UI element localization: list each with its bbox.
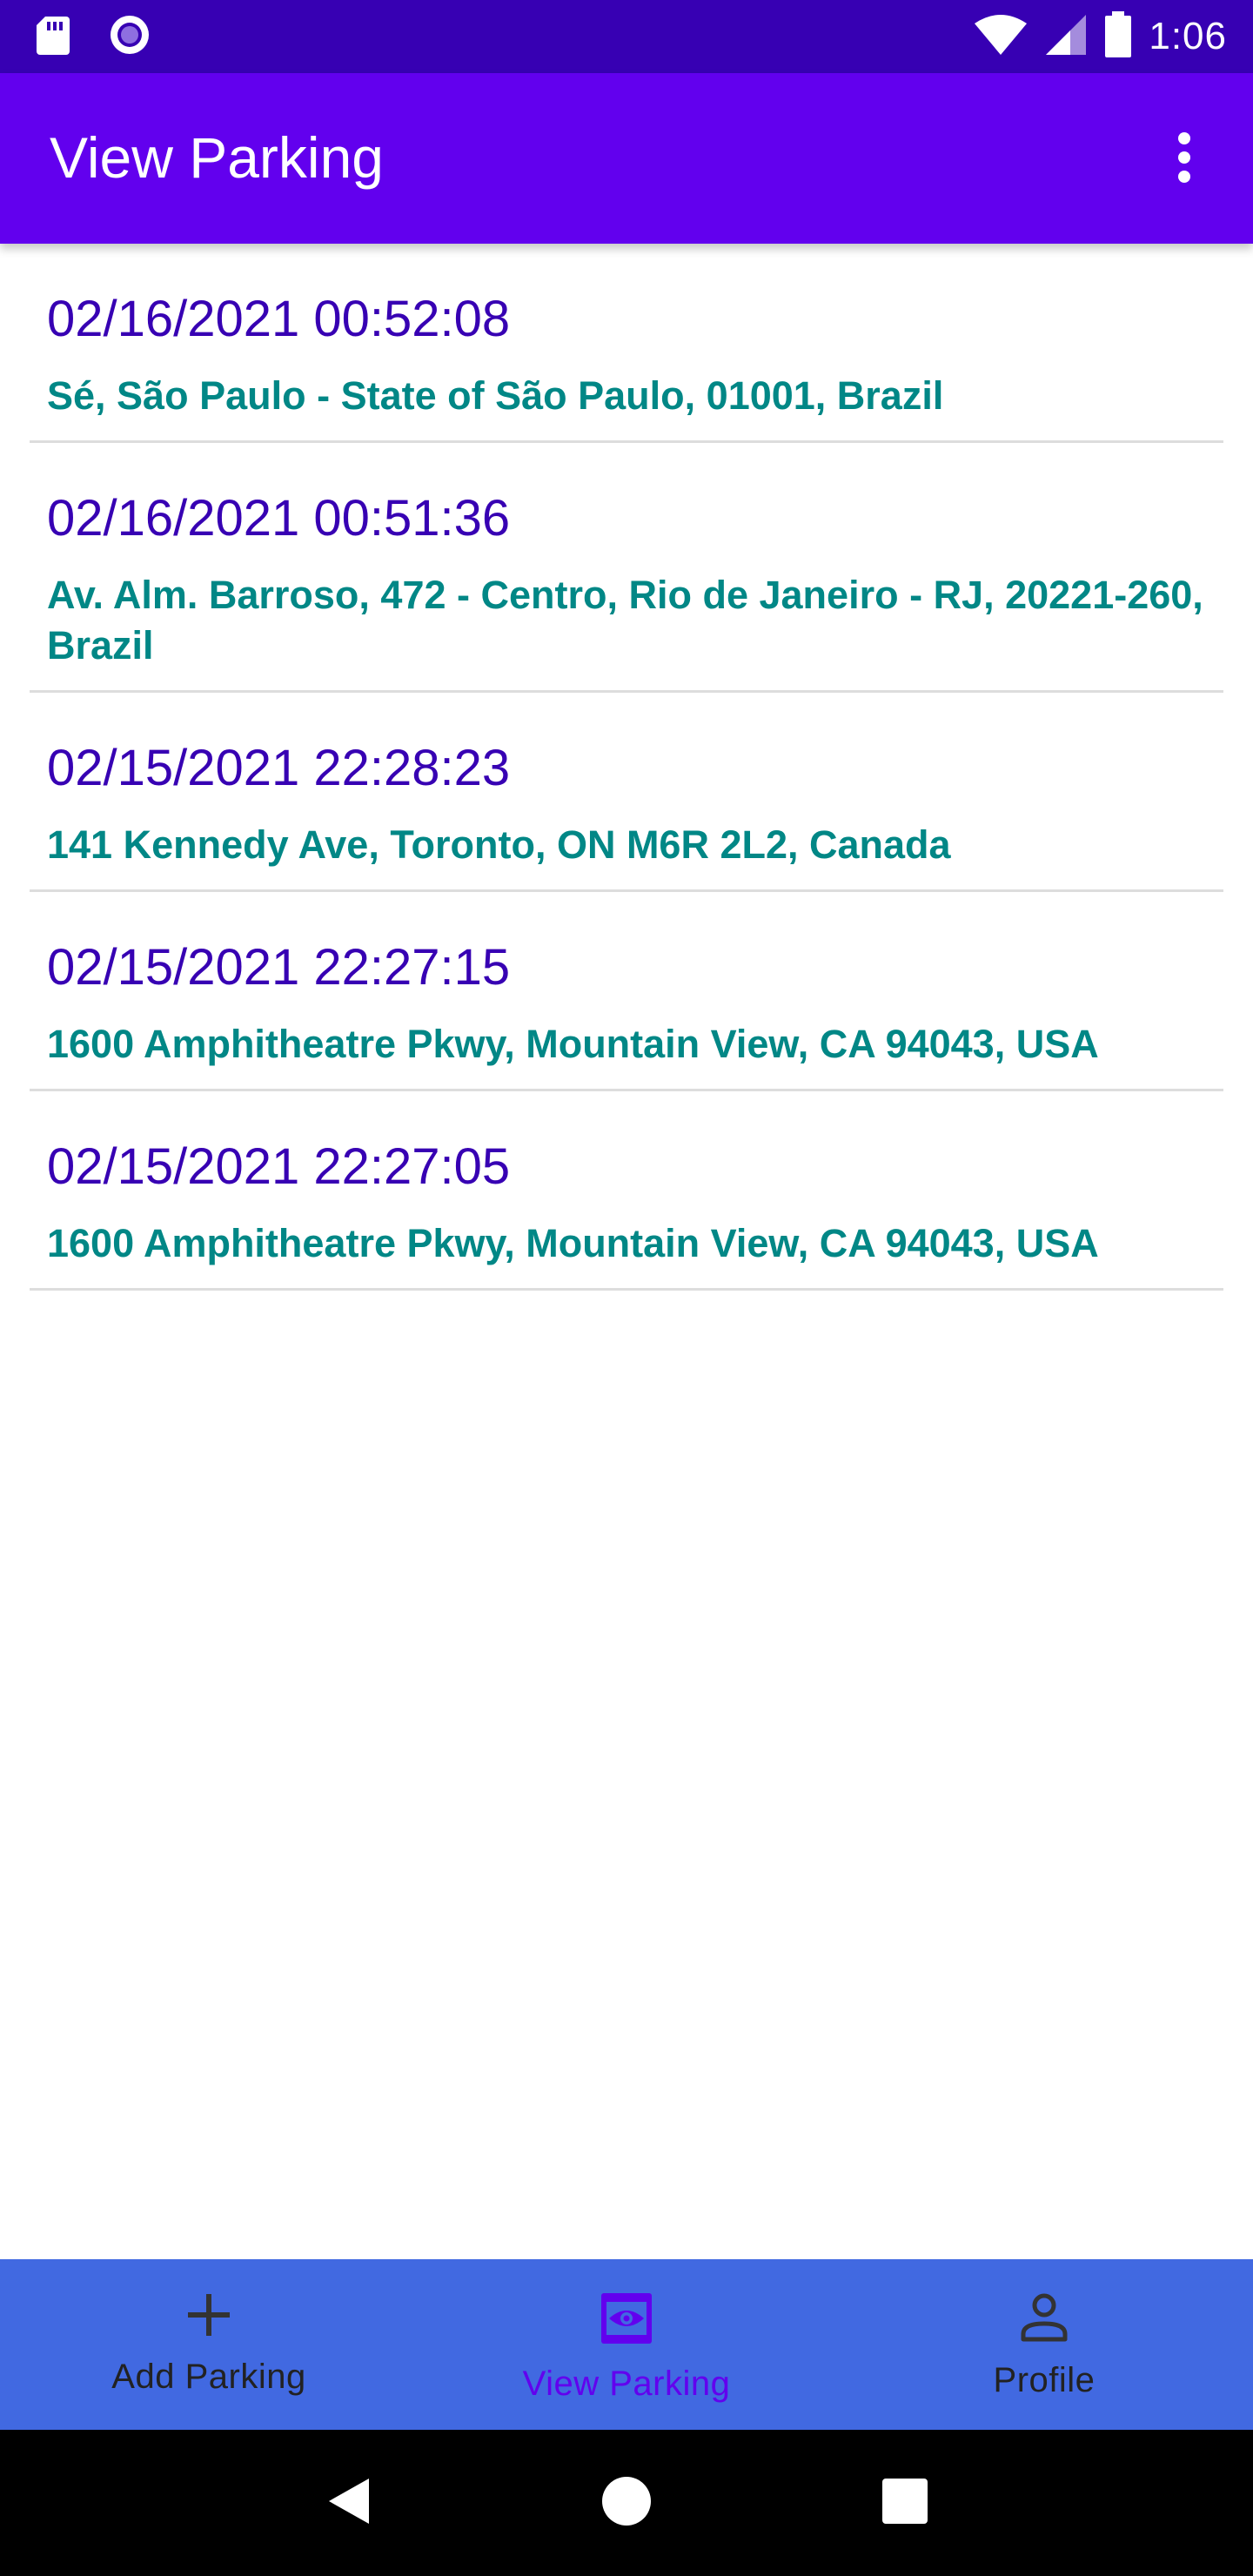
home-button[interactable] <box>574 2451 679 2555</box>
page-title: View Parking <box>50 125 384 190</box>
parking-list-item[interactable]: 02/16/2021 00:51:36 Av. Alm. Barroso, 47… <box>30 443 1223 693</box>
person-icon <box>1018 2291 1070 2347</box>
parking-datetime: 02/15/2021 22:27:15 <box>47 939 511 996</box>
parking-address: Av. Alm. Barroso, 472 - Centro, Rio de J… <box>47 573 1203 667</box>
nav-label-profile: Profile <box>993 2361 1096 2399</box>
sd-card-icon <box>35 15 71 59</box>
home-icon <box>600 2475 653 2532</box>
back-icon <box>324 2475 372 2532</box>
nav-item-profile[interactable]: Profile <box>835 2259 1253 2430</box>
more-vert-icon <box>1176 131 1193 188</box>
parking-datetime: 02/16/2021 00:52:08 <box>47 291 511 347</box>
view-icon <box>599 2291 654 2351</box>
parking-list-item[interactable]: 02/15/2021 22:28:23 141 Kennedy Ave, Tor… <box>30 693 1223 892</box>
signal-icon <box>1044 13 1088 61</box>
nav-label-view-parking: View Parking <box>522 2365 731 2403</box>
parking-list-item[interactable]: 02/16/2021 00:52:08 Sé, São Paulo - Stat… <box>30 244 1223 443</box>
parking-list-item[interactable]: 02/15/2021 22:27:15 1600 Amphitheatre Pk… <box>30 892 1223 1091</box>
app-bar: View Parking <box>0 73 1253 244</box>
back-button[interactable] <box>296 2451 400 2555</box>
nav-item-add-parking[interactable]: Add Parking <box>0 2259 418 2430</box>
battery-icon <box>1103 10 1133 63</box>
parking-list-item[interactable]: 02/15/2021 22:27:05 1600 Amphitheatre Pk… <box>30 1091 1223 1291</box>
radio-button-icon <box>108 13 151 61</box>
parking-list: 02/16/2021 00:52:08 Sé, São Paulo - Stat… <box>30 244 1223 1291</box>
parking-address: Sé, São Paulo - State of São Paulo, 0100… <box>47 373 944 418</box>
wifi-icon <box>973 13 1029 61</box>
recents-button[interactable] <box>853 2451 957 2555</box>
parking-datetime: 02/15/2021 22:27:05 <box>47 1138 511 1195</box>
status-bar: 1:06 <box>0 0 1253 73</box>
parking-address: 1600 Amphitheatre Pkwy, Mountain View, C… <box>47 1022 1099 1066</box>
parking-address: 141 Kennedy Ave, Toronto, ON M6R 2L2, Ca… <box>47 822 951 867</box>
system-navigation-bar <box>0 2430 1253 2576</box>
parking-datetime: 02/16/2021 00:51:36 <box>47 490 511 547</box>
overflow-menu-button[interactable] <box>1145 111 1223 207</box>
recents-icon <box>881 2477 929 2530</box>
add-icon <box>184 2291 233 2344</box>
bottom-navigation: Add Parking View Parking Profile <box>0 2259 1253 2430</box>
nav-item-view-parking[interactable]: View Parking <box>418 2259 835 2430</box>
parking-datetime: 02/15/2021 22:28:23 <box>47 740 511 796</box>
nav-label-add-parking: Add Parking <box>111 2358 306 2396</box>
status-time: 1:06 <box>1149 15 1227 57</box>
parking-address: 1600 Amphitheatre Pkwy, Mountain View, C… <box>47 1221 1099 1265</box>
